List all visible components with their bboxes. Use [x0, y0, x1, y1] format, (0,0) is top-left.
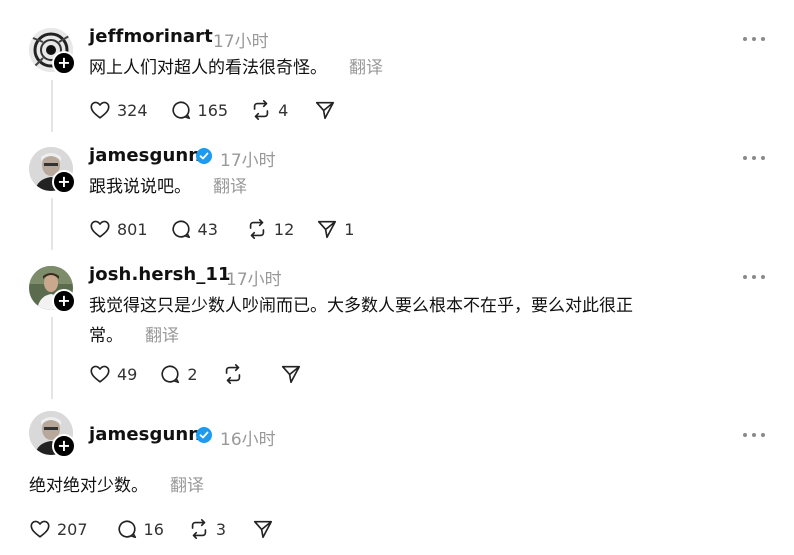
- more-icon[interactable]: [743, 432, 765, 438]
- repost-count: 4: [278, 100, 289, 120]
- post-text: 网上人们对超人的看法很奇怪。 翻译: [89, 58, 383, 78]
- username[interactable]: jamesgunn: [89, 145, 201, 166]
- avatar[interactable]: +: [29, 411, 76, 458]
- follow-plus-icon[interactable]: +: [52, 289, 76, 313]
- heart-icon: [30, 520, 50, 538]
- username[interactable]: jamesgunn: [89, 424, 201, 445]
- follow-plus-icon[interactable]: +: [52, 434, 76, 458]
- post-time: 16小时: [220, 430, 276, 450]
- heart-icon: [90, 365, 110, 383]
- repost-button[interactable]: [222, 363, 244, 385]
- send-icon: [316, 101, 335, 120]
- like-count: 324: [117, 100, 148, 120]
- share-count: 1: [344, 219, 355, 239]
- like-button[interactable]: 49: [89, 363, 137, 385]
- username[interactable]: jeffmorinart: [89, 26, 213, 47]
- translate-link[interactable]: 翻译: [349, 58, 383, 78]
- share-button[interactable]: [252, 518, 274, 540]
- follow-plus-icon[interactable]: +: [52, 170, 76, 194]
- post-text: 我觉得这只是少数人吵闹而已。大多数人要么根本不在乎，要么对此很正 常。 翻译: [89, 296, 633, 346]
- follow-plus-icon[interactable]: +: [52, 51, 76, 75]
- reply-button[interactable]: 165: [170, 99, 229, 121]
- repost-icon: [249, 219, 265, 239]
- comment-icon: [117, 520, 136, 539]
- avatar[interactable]: +: [29, 266, 76, 313]
- thread-line: [51, 317, 53, 399]
- verified-badge-icon: [196, 148, 212, 164]
- send-icon: [281, 365, 300, 384]
- reply-count: 2: [187, 364, 198, 384]
- reply-count: 43: [197, 219, 218, 239]
- post-time: 17小时: [213, 32, 269, 52]
- send-icon: [318, 220, 337, 239]
- post-text: 跟我说说吧。 翻译: [89, 177, 247, 197]
- share-button[interactable]: [314, 99, 336, 121]
- username[interactable]: josh.hersh_11: [89, 264, 231, 285]
- repost-icon: [225, 364, 240, 384]
- like-button[interactable]: 207: [29, 518, 88, 540]
- reply-button[interactable]: 16: [116, 518, 164, 540]
- reply-count: 16: [143, 519, 164, 539]
- post-text: 绝对绝对少数。 翻译: [29, 476, 204, 496]
- like-button[interactable]: 324: [89, 99, 148, 121]
- repost-button[interactable]: 12: [246, 218, 294, 240]
- send-icon: [254, 520, 273, 539]
- comment-icon: [161, 365, 180, 384]
- avatar[interactable]: +: [29, 28, 76, 75]
- action-bar: 49 2: [89, 362, 302, 386]
- like-button[interactable]: 801: [89, 218, 148, 240]
- verified-badge-icon: [196, 427, 212, 443]
- repost-count: 3: [215, 519, 227, 539]
- action-bar: 324 165 4: [89, 98, 336, 122]
- like-count: 207: [57, 519, 88, 539]
- like-count: 49: [117, 364, 138, 384]
- comment-icon: [171, 101, 190, 120]
- share-button[interactable]: [280, 363, 302, 385]
- avatar[interactable]: +: [29, 147, 76, 194]
- like-count: 801: [117, 219, 148, 239]
- heart-icon: [90, 220, 110, 238]
- reply-button[interactable]: 2: [159, 363, 198, 385]
- post-time: 17小时: [220, 151, 276, 171]
- translate-link[interactable]: 翻译: [213, 177, 247, 197]
- repost-button[interactable]: 3: [188, 518, 226, 540]
- share-button[interactable]: 1: [316, 218, 354, 240]
- reply-button[interactable]: 43: [170, 218, 218, 240]
- action-bar: 207 16 3: [29, 517, 274, 541]
- thread-line: [51, 80, 53, 132]
- translate-link[interactable]: 翻译: [170, 476, 204, 496]
- thread-line: [51, 198, 53, 250]
- reply-count: 165: [197, 100, 229, 120]
- repost-icon: [253, 100, 269, 120]
- repost-button[interactable]: 4: [250, 99, 288, 121]
- comment-icon: [171, 220, 190, 239]
- heart-icon: [90, 101, 110, 119]
- action-bar: 801 43 12 1: [89, 217, 354, 241]
- translate-link[interactable]: 翻译: [145, 326, 179, 346]
- repost-icon: [191, 519, 207, 539]
- post-time: 17小时: [226, 270, 282, 290]
- more-icon[interactable]: [743, 274, 765, 280]
- repost-count: 12: [273, 219, 295, 239]
- more-icon[interactable]: [743, 155, 765, 161]
- more-icon[interactable]: [743, 36, 765, 42]
